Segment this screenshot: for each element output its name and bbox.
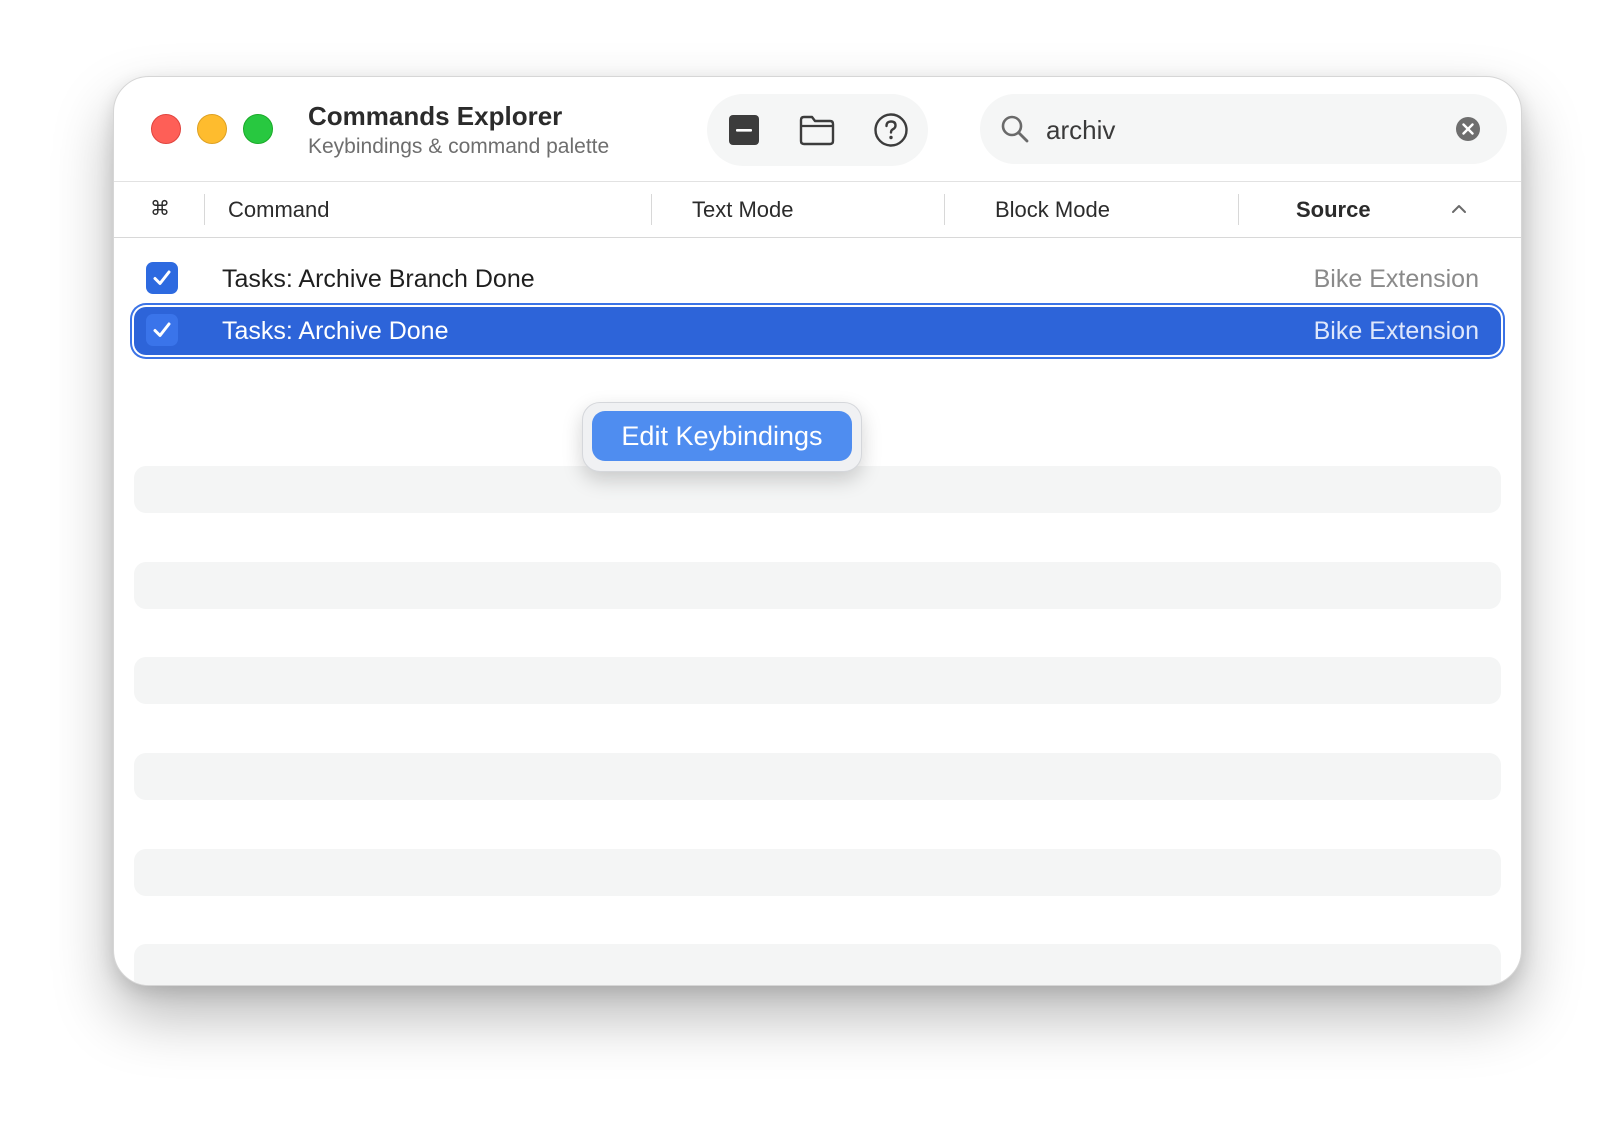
toolbar-group xyxy=(707,94,928,166)
edit-keybindings-menu-item[interactable]: Edit Keybindings xyxy=(592,411,852,461)
column-separator xyxy=(944,194,945,225)
column-header-text-mode[interactable]: Text Mode xyxy=(692,182,794,237)
window-title: Commands Explorer xyxy=(308,101,563,131)
search-field[interactable] xyxy=(980,94,1507,164)
minimize-window-button[interactable] xyxy=(197,114,227,144)
table-row[interactable]: Tasks: Archive Branch Done Bike Extensio… xyxy=(134,255,1501,303)
sort-ascending-icon[interactable] xyxy=(1450,200,1468,218)
clear-search-icon[interactable] xyxy=(1455,116,1481,142)
empty-row xyxy=(134,562,1501,609)
empty-row xyxy=(134,466,1501,513)
close-window-button[interactable] xyxy=(151,114,181,144)
row-command: Tasks: Archive Done xyxy=(222,317,449,345)
zoom-window-button[interactable] xyxy=(243,114,273,144)
table-header: ⌘ Command Text Mode Block Mode Source xyxy=(114,181,1521,238)
table-row-selected[interactable]: Tasks: Archive Done Bike Extension xyxy=(134,307,1501,355)
search-icon xyxy=(1001,115,1029,143)
window-title-block: Commands Explorer Keybindings & command … xyxy=(308,101,609,161)
column-separator xyxy=(1238,194,1239,225)
empty-row xyxy=(134,849,1501,896)
empty-row xyxy=(134,944,1501,985)
column-header-command[interactable]: Command xyxy=(228,182,329,237)
window-subtitle: Keybindings & command palette xyxy=(308,135,610,158)
open-folder-button[interactable] xyxy=(795,108,839,152)
row-source: Bike Extension xyxy=(1313,265,1479,293)
context-popup: Edit Keybindings xyxy=(582,402,862,472)
help-button[interactable] xyxy=(869,108,913,152)
help-circle-icon xyxy=(874,113,908,147)
empty-row xyxy=(134,657,1501,704)
empty-row xyxy=(134,753,1501,800)
column-header-enabled[interactable]: ⌘ xyxy=(150,182,170,237)
column-separator xyxy=(651,194,652,225)
folder-icon xyxy=(799,115,835,146)
commands-explorer-window: Commands Explorer Keybindings & command … xyxy=(113,76,1522,986)
column-header-source[interactable]: Source xyxy=(1296,182,1371,237)
minus-square-icon xyxy=(729,115,759,145)
enabled-checkbox[interactable] xyxy=(146,262,178,294)
column-separator xyxy=(204,194,205,225)
search-input[interactable] xyxy=(1044,108,1448,152)
enabled-checkbox[interactable] xyxy=(146,314,178,346)
column-header-block-mode[interactable]: Block Mode xyxy=(995,182,1110,237)
remove-button[interactable] xyxy=(722,108,766,152)
checkmark-icon xyxy=(153,322,171,337)
row-command: Tasks: Archive Branch Done xyxy=(222,265,535,293)
row-source: Bike Extension xyxy=(1313,317,1479,345)
checkmark-icon xyxy=(153,270,171,285)
title-bar: Commands Explorer Keybindings & command … xyxy=(114,77,1521,181)
